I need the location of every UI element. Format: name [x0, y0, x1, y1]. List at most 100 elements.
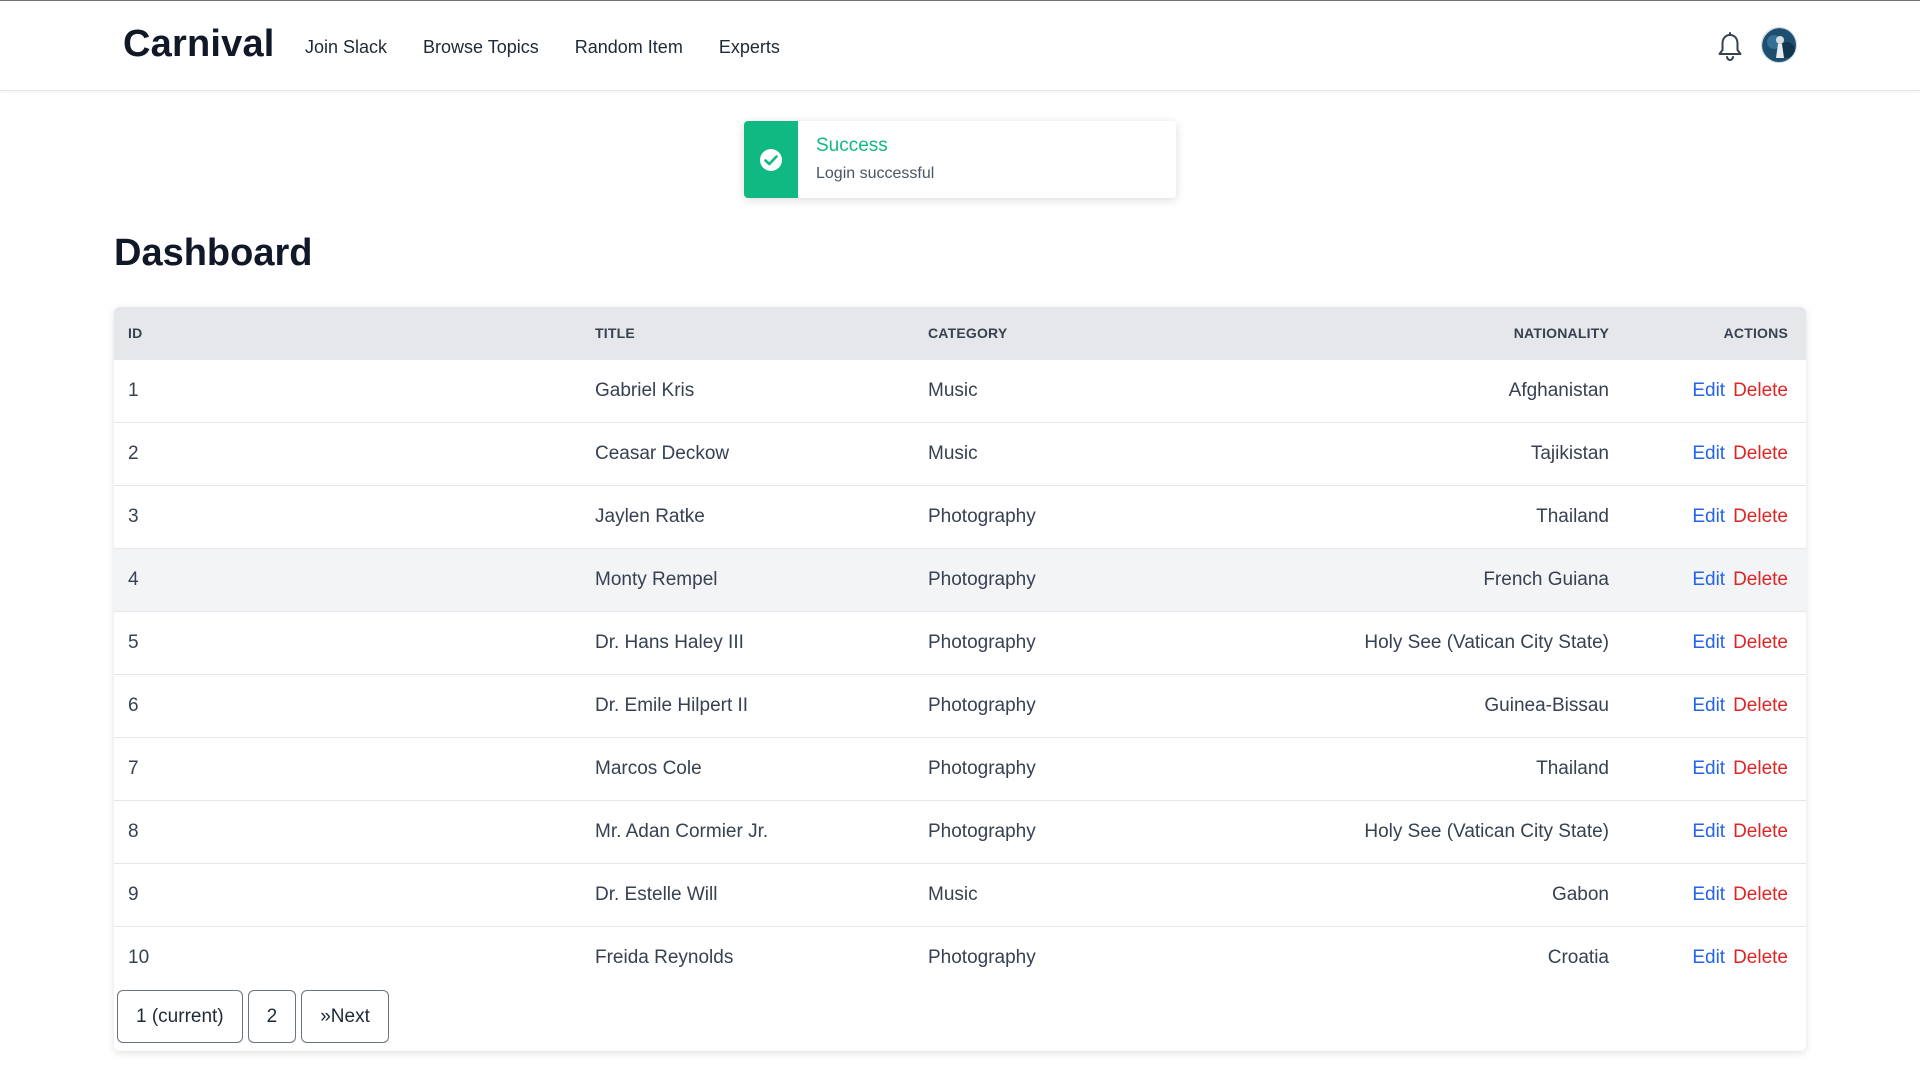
nav-random-item[interactable]: Random Item — [575, 37, 683, 58]
table-row: 1 Gabriel Kris Music Afghanistan Edit Del… — [114, 358, 1806, 422]
edit-link[interactable]: Edit — [1692, 821, 1725, 842]
cell-title: Jaylen Ratke — [581, 484, 914, 548]
cell-actions: Edit Delete — [1623, 673, 1806, 737]
cell-actions: Edit Delete — [1623, 862, 1806, 926]
edit-link[interactable]: Edit — [1692, 884, 1725, 905]
column-header-actions: ACTIONS — [1723, 324, 1788, 341]
delete-link[interactable]: Delete — [1733, 821, 1788, 842]
delete-link[interactable]: Delete — [1733, 884, 1788, 905]
cell-nationality: French Guiana — [1314, 547, 1623, 611]
pagination: 1 (current) 2 »Next — [117, 990, 389, 1043]
cell-actions: Edit Delete — [1623, 736, 1806, 800]
table-row: 6 Dr. Emile Hilpert II Photography Guine… — [114, 673, 1806, 737]
edit-link[interactable]: Edit — [1692, 380, 1725, 401]
cell-nationality: Gabon — [1314, 862, 1623, 926]
column-header-id: ID — [128, 324, 143, 341]
main-nav: Join Slack Browse Topics Random Item Exp… — [305, 37, 780, 58]
page-1-current-button[interactable]: 1 (current) — [117, 990, 243, 1043]
column-header-nationality: NATIONALITY — [1513, 324, 1609, 341]
cell-category: Photography — [914, 799, 1314, 863]
edit-link[interactable]: Edit — [1692, 506, 1725, 527]
cell-category: Music — [914, 358, 1314, 422]
cell-category: Photography — [914, 673, 1314, 737]
delete-link[interactable]: Delete — [1733, 380, 1788, 401]
nav-browse-topics[interactable]: Browse Topics — [423, 37, 539, 58]
delete-link[interactable]: Delete — [1733, 569, 1788, 590]
cell-title: Mr. Adan Cormier Jr. — [581, 799, 914, 863]
cell-nationality: Holy See (Vatican City State) — [1314, 799, 1623, 863]
table-row: 4 Monty Rempel Photography French Guiana… — [114, 547, 1806, 611]
cell-nationality: Holy See (Vatican City State) — [1314, 610, 1623, 674]
delete-link[interactable]: Delete — [1733, 695, 1788, 716]
delete-link[interactable]: Delete — [1733, 632, 1788, 653]
cell-id: 9 — [114, 862, 581, 926]
cell-title: Ceasar Deckow — [581, 421, 914, 485]
cell-actions: Edit Delete — [1623, 358, 1806, 422]
cell-actions: Edit Delete — [1623, 484, 1806, 548]
notification-bell-icon[interactable] — [1716, 31, 1744, 63]
toast-message: Login successful — [816, 165, 935, 182]
column-header-title: TITLE — [595, 324, 635, 341]
cell-actions: Edit Delete — [1623, 547, 1806, 611]
page-title: Dashboard — [114, 232, 313, 274]
dashboard-table-card: ID TITLE CATEGORY NATIONALITY ACTIONS 1 … — [114, 307, 1806, 1051]
cell-category: Photography — [914, 547, 1314, 611]
cell-actions: Edit Delete — [1623, 799, 1806, 863]
page-2-button[interactable]: 2 — [247, 990, 297, 1043]
cell-id: 7 — [114, 736, 581, 800]
nav-experts[interactable]: Experts — [719, 37, 780, 58]
cell-id: 5 — [114, 610, 581, 674]
success-toast: Success Login successful — [744, 121, 1176, 198]
cell-actions: Edit Delete — [1623, 925, 1806, 989]
edit-link[interactable]: Edit — [1692, 947, 1725, 968]
cell-category: Photography — [914, 736, 1314, 800]
cell-nationality: Tajikistan — [1314, 421, 1623, 485]
edit-link[interactable]: Edit — [1692, 569, 1725, 590]
cell-actions: Edit Delete — [1623, 610, 1806, 674]
table-row: 9 Dr. Estelle Will Music Gabon Edit Delet… — [114, 862, 1806, 926]
cell-category: Photography — [914, 925, 1314, 989]
check-circle-icon — [760, 149, 782, 171]
table-row: 3 Jaylen Ratke Photography Thailand Edit… — [114, 484, 1806, 548]
brand-logo[interactable]: Carnival — [123, 23, 275, 66]
cell-id: 3 — [114, 484, 581, 548]
cell-category: Music — [914, 862, 1314, 926]
toast-icon-area — [744, 121, 798, 198]
cell-category: Music — [914, 421, 1314, 485]
cell-id: 8 — [114, 799, 581, 863]
cell-title: Dr. Estelle Will — [581, 862, 914, 926]
cell-nationality: Guinea-Bissau — [1314, 673, 1623, 737]
items-table: ID TITLE CATEGORY NATIONALITY ACTIONS 1 … — [114, 307, 1806, 989]
cell-title: Monty Rempel — [581, 547, 914, 611]
table-row: 7 Marcos Cole Photography Thailand Edit D… — [114, 736, 1806, 800]
table-row: 5 Dr. Hans Haley III Photography Holy Se… — [114, 610, 1806, 674]
table-row: 2 Ceasar Deckow Music Tajikistan Edit Del… — [114, 421, 1806, 485]
edit-link[interactable]: Edit — [1692, 632, 1725, 653]
table-row: 10 Freida Reynolds Photography Croatia E… — [114, 925, 1806, 989]
delete-link[interactable]: Delete — [1733, 506, 1788, 527]
cell-category: Photography — [914, 610, 1314, 674]
cell-title: Marcos Cole — [581, 736, 914, 800]
cell-title: Freida Reynolds — [581, 925, 914, 989]
nav-join-slack[interactable]: Join Slack — [305, 37, 387, 58]
cell-title: Dr. Hans Haley III — [581, 610, 914, 674]
next-page-button[interactable]: »Next — [301, 990, 389, 1043]
cell-id: 4 — [114, 547, 581, 611]
cell-title: Gabriel Kris — [581, 358, 914, 422]
cell-nationality: Croatia — [1314, 925, 1623, 989]
cell-nationality: Thailand — [1314, 484, 1623, 548]
delete-link[interactable]: Delete — [1733, 947, 1788, 968]
toast-title: Success — [816, 135, 888, 156]
edit-link[interactable]: Edit — [1692, 758, 1725, 779]
cell-category: Photography — [914, 484, 1314, 548]
user-avatar[interactable] — [1761, 27, 1797, 63]
table-row: 8 Mr. Adan Cormier Jr. Photography Holy … — [114, 799, 1806, 863]
cell-nationality: Thailand — [1314, 736, 1623, 800]
cell-id: 1 — [114, 358, 581, 422]
cell-title: Dr. Emile Hilpert II — [581, 673, 914, 737]
edit-link[interactable]: Edit — [1692, 695, 1725, 716]
delete-link[interactable]: Delete — [1733, 758, 1788, 779]
delete-link[interactable]: Delete — [1733, 443, 1788, 464]
cell-id: 2 — [114, 421, 581, 485]
edit-link[interactable]: Edit — [1692, 443, 1725, 464]
